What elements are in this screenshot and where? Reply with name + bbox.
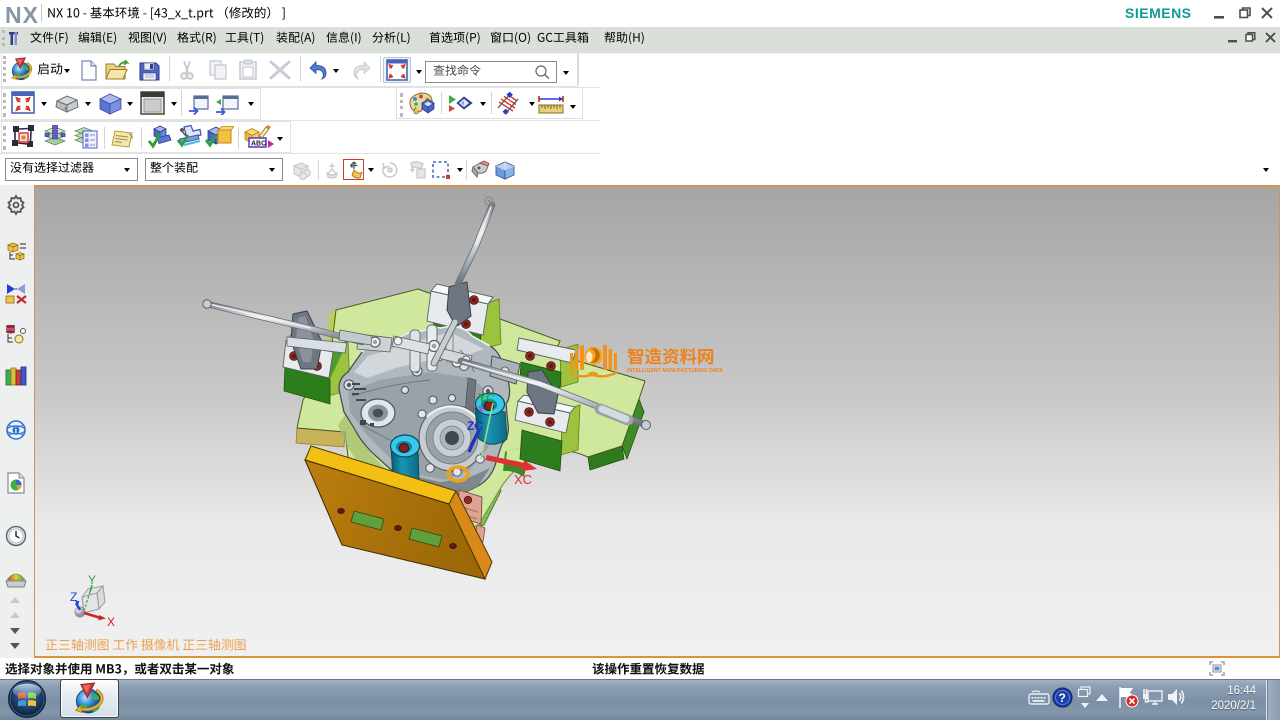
svg-text:XC: XC	[514, 472, 532, 487]
svg-text:X: X	[107, 615, 115, 629]
svg-text:Y: Y	[88, 573, 96, 587]
svg-text:YC: YC	[478, 391, 495, 405]
svg-text:ZC: ZC	[467, 419, 483, 433]
svg-text:Z: Z	[70, 590, 77, 604]
svg-text:?: ?	[1059, 691, 1066, 705]
